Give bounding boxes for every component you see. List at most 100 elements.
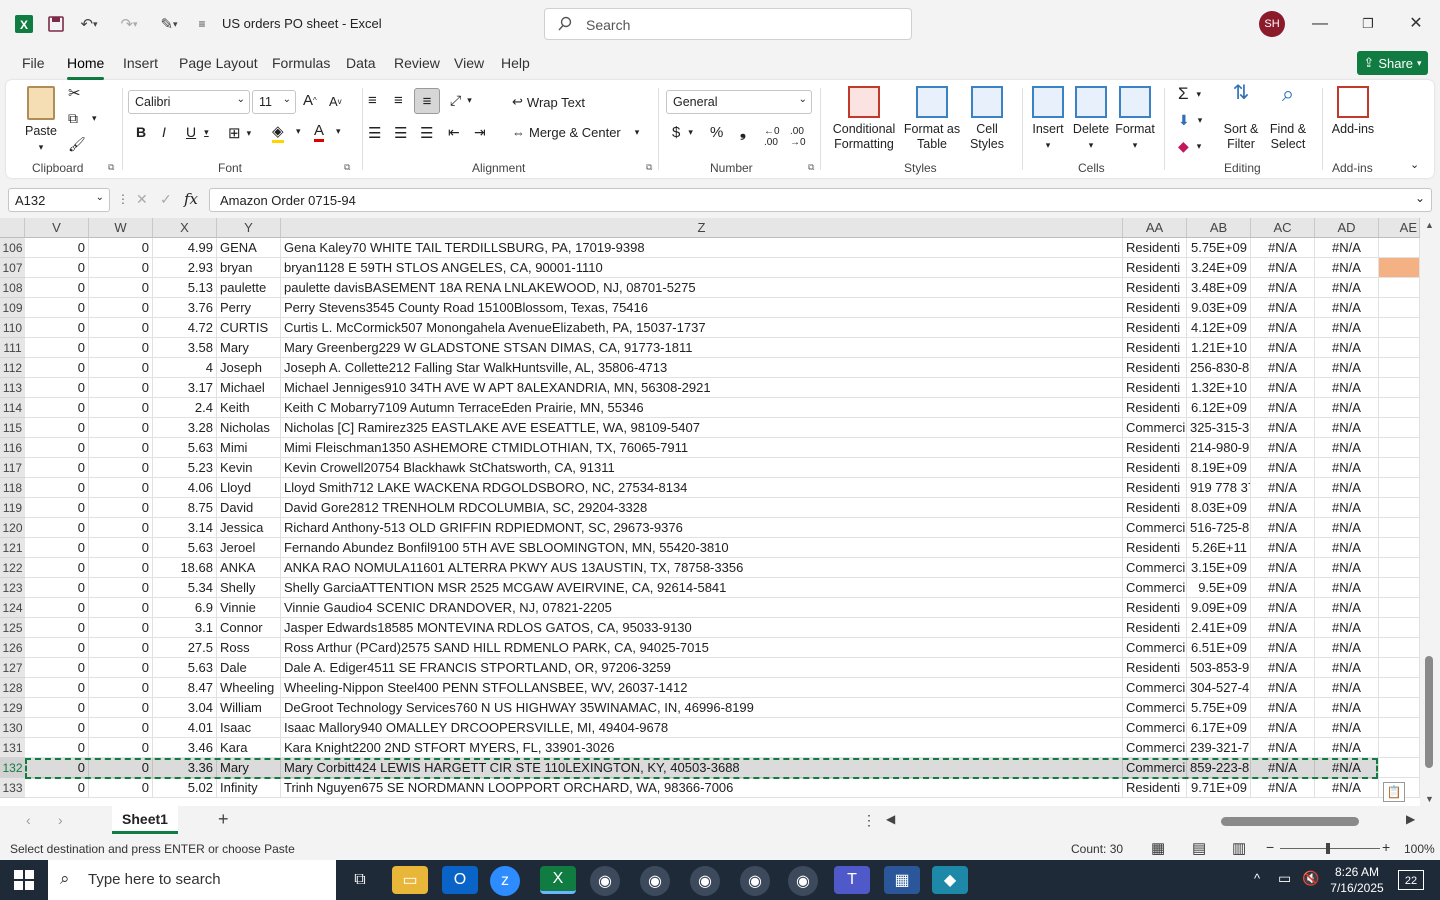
increase-font-icon[interactable]: A ^ [303,92,317,109]
cell-ac[interactable]: #N/A [1251,778,1315,798]
font-launcher-icon[interactable]: ⧉ [344,162,350,173]
windows-start-icon[interactable] [14,870,34,890]
file-explorer-icon[interactable]: ▭ [392,866,428,894]
underline-icon[interactable]: U ▾ [186,124,209,140]
cell-ae[interactable] [1379,398,1420,418]
row-header[interactable]: 125 [0,618,25,638]
cell-ac[interactable]: #N/A [1251,458,1315,478]
scroll-left-icon[interactable]: ◀ [886,812,895,826]
network-icon[interactable]: ▭ [1278,870,1291,887]
cell-z[interactable]: Curtis L. McCormick507 Monongahela Avenu… [281,318,1123,338]
chrome-icon[interactable]: ◉ [590,866,620,896]
cell-ad[interactable]: #N/A [1315,678,1379,698]
avatar[interactable]: SH [1259,11,1285,37]
cell-x[interactable]: 8.75 [153,498,217,518]
row-header[interactable]: 107 [0,258,25,278]
menu-view[interactable]: View [454,55,484,71]
cell-ac[interactable]: #N/A [1251,638,1315,658]
cell-ae[interactable] [1379,578,1420,598]
orientation-icon[interactable]: ⤢ ▾ [450,92,472,109]
cell-w[interactable]: 0 [89,398,153,418]
increase-decimal-icon[interactable]: ←0.00 [764,126,780,148]
cell-ad[interactable]: #N/A [1315,578,1379,598]
cell-ae[interactable] [1379,378,1420,398]
cell-v[interactable]: 0 [25,358,89,378]
chrome-icon[interactable]: ◉ [740,866,770,896]
cell-y[interactable]: bryan [217,258,281,278]
fill-icon[interactable]: ⬇ ▾ [1178,112,1202,129]
cell-ae[interactable] [1379,738,1420,758]
cell-aa[interactable]: Commerci [1123,698,1187,718]
cell-ad[interactable]: #N/A [1315,338,1379,358]
cell-x[interactable]: 2.93 [153,258,217,278]
chrome-icon[interactable]: ◉ [788,866,818,896]
share-button[interactable]: ⇪ Share ▾ [1357,51,1428,75]
column-header[interactable]: Y [217,218,281,238]
cell-z[interactable]: Kara Knight2200 2ND STFORT MYERS, FL, 33… [281,738,1123,758]
cell-ae[interactable] [1379,318,1420,338]
cell-ab[interactable]: 304-527-4 [1187,678,1251,698]
cell-v[interactable]: 0 [25,598,89,618]
cell-w[interactable]: 0 [89,518,153,538]
row-header[interactable]: 114 [0,398,25,418]
menu-data[interactable]: Data [346,55,376,71]
conditional-formatting-button[interactable]: Conditional Formatting [824,86,904,152]
cell-ab[interactable]: 256-830-8 [1187,358,1251,378]
percent-icon[interactable]: % [710,124,723,141]
cell-z[interactable]: Nicholas [C] Ramirez325 EASTLAKE AVE ESE… [281,418,1123,438]
cell-ab[interactable]: 2.41E+09 [1187,618,1251,638]
cell-y[interactable]: Mary [217,338,281,358]
scroll-up-icon[interactable]: ▲ [1425,220,1434,230]
cell-z[interactable]: DeGroot Technology Services760 N US HIGH… [281,698,1123,718]
cell-ac[interactable]: #N/A [1251,338,1315,358]
cell-ae[interactable] [1379,298,1420,318]
cell-v[interactable]: 0 [25,338,89,358]
cell-ad[interactable]: #N/A [1315,258,1379,278]
zoom-level[interactable]: 100% [1404,842,1435,856]
cell-ad[interactable]: #N/A [1315,498,1379,518]
cell-ab[interactable]: 325-315-3 [1187,418,1251,438]
cell-ab[interactable]: 214-980-9 [1187,438,1251,458]
cell-ad[interactable]: #N/A [1315,658,1379,678]
cell-w[interactable]: 0 [89,298,153,318]
minimize-icon[interactable]: — [1308,12,1332,36]
zoom-in-icon[interactable]: + [1382,839,1390,855]
format-painter-icon[interactable]: 🖌 [68,136,86,153]
cell-ad[interactable]: #N/A [1315,278,1379,298]
cell-ac[interactable]: #N/A [1251,398,1315,418]
save-icon[interactable] [44,12,68,36]
cell-ac[interactable]: #N/A [1251,478,1315,498]
cell-ad[interactable]: #N/A [1315,538,1379,558]
cell-ab[interactable]: 3.24E+09 [1187,258,1251,278]
cell-ac[interactable]: #N/A [1251,658,1315,678]
column-header[interactable]: AB [1187,218,1251,238]
cell-w[interactable]: 0 [89,338,153,358]
cell-ad[interactable]: #N/A [1315,698,1379,718]
cell-ae[interactable] [1379,498,1420,518]
row-header[interactable]: 113 [0,378,25,398]
close-icon[interactable]: ✕ [1404,12,1428,36]
cell-v[interactable]: 0 [25,738,89,758]
cell-z[interactable]: Mimi Fleischman1350 ASHEMORE CTMIDLOTHIA… [281,438,1123,458]
cell-aa[interactable]: Commerci [1123,718,1187,738]
cell-z[interactable]: Shelly GarciaATTENTION MSR 2525 MCGAW AV… [281,578,1123,598]
align-center-icon[interactable]: ☰ [394,124,407,142]
cell-aa[interactable]: Residenti [1123,358,1187,378]
cell-w[interactable]: 0 [89,738,153,758]
cell-x[interactable]: 5.63 [153,658,217,678]
cell-ac[interactable]: #N/A [1251,418,1315,438]
cell-ac[interactable]: #N/A [1251,738,1315,758]
cell-ab[interactable]: 6.51E+09 [1187,638,1251,658]
cell-y[interactable]: GENA [217,238,281,258]
cell-ad[interactable]: #N/A [1315,378,1379,398]
cell-z[interactable]: Wheeling-Nippon Steel400 PENN STFOLLANSB… [281,678,1123,698]
zoom-slider[interactable] [1280,848,1380,849]
cell-ae[interactable] [1379,418,1420,438]
cell-z[interactable]: Lloyd Smith712 LAKE WACKENA RDGOLDSBORO,… [281,478,1123,498]
menu-file[interactable]: File [22,55,45,71]
cell-w[interactable]: 0 [89,378,153,398]
cell-ac[interactable]: #N/A [1251,378,1315,398]
taskbar-clock[interactable]: 8:26 AM 7/16/2025 [1322,864,1392,896]
vertical-scroll-thumb[interactable] [1425,656,1433,768]
align-left-icon[interactable]: ☰ [368,124,381,142]
